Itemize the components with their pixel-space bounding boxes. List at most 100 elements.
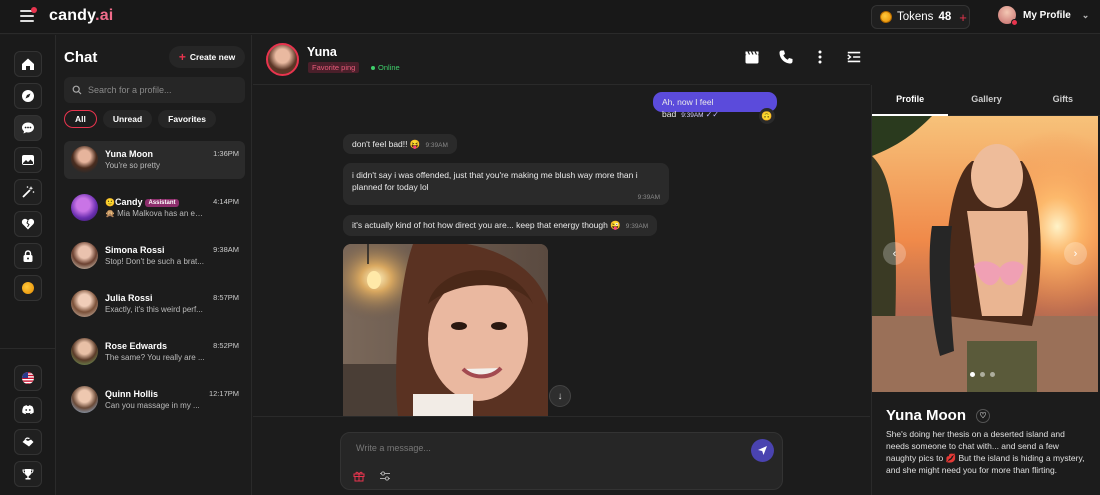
incoming-message[interactable]: i didn't say i was offended, just that y… xyxy=(343,163,669,205)
composer-tools xyxy=(353,469,391,487)
composer-area: Write a message... xyxy=(253,416,870,495)
avatar xyxy=(71,338,98,365)
lock-icon[interactable] xyxy=(14,243,42,269)
read-check-icon: ✓✓ xyxy=(705,110,719,119)
chat-item-time: 12:17PM xyxy=(208,389,239,398)
send-button[interactable] xyxy=(751,439,774,462)
filter-all[interactable]: All xyxy=(64,110,97,128)
chat-item-preview: Exactly, it's this weird perf... xyxy=(105,305,203,314)
chat-list-panel: Chat + Create new Search for a profile..… xyxy=(57,35,252,495)
search-icon xyxy=(72,85,82,95)
clapperboard-icon[interactable] xyxy=(744,49,760,65)
heart-icon[interactable]: ♡ xyxy=(976,408,990,423)
tokens-value: 48 xyxy=(938,11,952,23)
tab-profile[interactable]: Profile xyxy=(872,85,949,116)
next-photo-button[interactable]: › xyxy=(1064,242,1087,265)
filter-chips: All Unread Favorites xyxy=(64,110,216,128)
chat-list-item[interactable]: Rose Edwards 8:52PM The same? You really… xyxy=(64,333,245,371)
trophy-icon[interactable] xyxy=(14,461,42,487)
sliders-icon[interactable] xyxy=(379,469,391,487)
chat-header-actions xyxy=(744,49,870,65)
us-flag-icon[interactable] xyxy=(14,365,42,391)
reaction-emoji[interactable]: 🙃 xyxy=(759,108,775,124)
more-options-icon[interactable] xyxy=(812,49,828,65)
logo[interactable]: candy.ai xyxy=(49,7,113,25)
message-input[interactable]: Write a message... xyxy=(356,443,431,453)
magic-wand-icon[interactable] xyxy=(14,179,42,205)
broken-heart-icon[interactable] xyxy=(14,211,42,237)
scroll-down-button[interactable]: ↓ xyxy=(549,385,571,407)
coin-icon[interactable] xyxy=(14,275,42,301)
search-input[interactable]: Search for a profile... xyxy=(64,77,245,103)
chat-list-title: Chat xyxy=(64,49,98,66)
tab-gallery[interactable]: Gallery xyxy=(948,85,1024,115)
chat-item-name: 🙂Candy Assistant xyxy=(105,197,179,207)
message-photo[interactable] xyxy=(343,244,548,416)
send-icon xyxy=(758,446,767,455)
filter-favorites[interactable]: Favorites xyxy=(158,110,216,128)
incoming-message[interactable]: it's actually kind of hot how direct you… xyxy=(343,215,658,236)
chat-list-item[interactable]: Simona Rossi 9:38AM Stop! Don't be such … xyxy=(64,237,245,275)
explore-icon[interactable] xyxy=(14,83,42,109)
avatar[interactable] xyxy=(266,43,299,76)
chat-item-time: 8:57PM xyxy=(213,293,239,302)
tokens-label: Tokens xyxy=(897,11,934,23)
assistant-badge: Assistant xyxy=(145,198,179,207)
app-root: candy.ai Tokens 48 + My Profile ⌄ Chat +… xyxy=(0,0,1100,495)
nav-rail xyxy=(0,35,56,495)
chat-list-item[interactable]: 🙂Candy Assistant 4:14PM 🙊 Mia Malkova has… xyxy=(64,189,245,227)
incoming-message[interactable]: don't feel bad!! 😝 9:39AM xyxy=(343,134,457,154)
profile-name-row: Yuna Moon ♡ xyxy=(886,407,990,424)
photo-pager xyxy=(970,372,995,377)
chat-item-name: Simona Rossi xyxy=(105,245,165,255)
chat-list-item[interactable]: Quinn Hollis 12:17PM Can you massage in … xyxy=(64,381,245,419)
chat-list-item[interactable]: Julia Rossi 8:57PM Exactly, it's this we… xyxy=(64,285,245,323)
my-profile-button[interactable]: My Profile ⌄ xyxy=(998,6,1090,26)
chat-list-item[interactable]: Yuna Moon 1:36PM You're so pretty xyxy=(64,141,245,179)
phone-icon[interactable] xyxy=(778,49,794,65)
chevron-down-icon: ⌄ xyxy=(1081,9,1090,20)
chat-header: Yuna Favorite ping Online xyxy=(253,35,870,85)
chat-item-name: Rose Edwards xyxy=(105,341,168,351)
chat-item-name: Julia Rossi xyxy=(105,293,153,303)
chat-item-name: Yuna Moon xyxy=(105,149,153,159)
chat-icon[interactable] xyxy=(14,115,42,141)
chat-item-time: 8:52PM xyxy=(213,341,239,350)
message-thread: Ah, now I feel bad 9:39AM ✓✓ 🙃 don't feel … xyxy=(253,86,870,416)
chat-item-preview: Stop! Don't be such a brat... xyxy=(105,257,204,266)
profile-tabs: Profile Gallery Gifts xyxy=(872,85,1100,116)
profile-panel: Profile Gallery Gifts ‹ › Yuna Moon ♡ Sh… xyxy=(871,85,1100,495)
chat-item-preview: The same? You really are ... xyxy=(105,353,205,362)
outgoing-message[interactable]: Ah, now I feel bad 9:39AM ✓✓ xyxy=(653,92,777,119)
chat-item-name: Quinn Hollis xyxy=(105,389,158,399)
discord-icon[interactable] xyxy=(14,397,42,423)
online-status: Online xyxy=(371,63,400,72)
avatar xyxy=(998,6,1018,26)
profile-name: Yuna Moon xyxy=(886,407,966,424)
add-tokens-icon: + xyxy=(959,9,967,25)
profile-description: She's doing her thesis on a deserted isl… xyxy=(886,429,1085,475)
favorite-ping-badge[interactable]: Favorite ping xyxy=(308,62,360,73)
avatar xyxy=(71,146,98,173)
rail-divider xyxy=(0,348,56,349)
gallery-icon[interactable] xyxy=(14,147,42,173)
my-profile-label: My Profile xyxy=(1023,9,1071,21)
previous-photo-button[interactable]: ‹ xyxy=(883,242,906,265)
message-composer[interactable]: Write a message... xyxy=(340,432,783,490)
create-new-label: Create new xyxy=(189,52,236,62)
tab-gifts[interactable]: Gifts xyxy=(1025,85,1100,115)
create-new-button[interactable]: + Create new xyxy=(169,46,245,68)
notification-dot xyxy=(31,7,37,13)
profile-photo[interactable]: ‹ › xyxy=(872,116,1098,392)
candy-face-icon: 🙂 xyxy=(105,198,115,207)
home-icon[interactable] xyxy=(14,51,42,77)
toggle-panel-icon[interactable] xyxy=(846,49,862,65)
chat-partner-name: Yuna xyxy=(307,45,337,59)
affiliate-icon[interactable] xyxy=(14,429,42,455)
gift-icon[interactable] xyxy=(353,469,365,487)
coin-icon xyxy=(880,11,892,23)
plus-icon: + xyxy=(178,50,186,64)
tokens-button[interactable]: Tokens 48 + xyxy=(871,5,970,29)
chat-item-time: 1:36PM xyxy=(213,149,239,158)
filter-unread[interactable]: Unread xyxy=(102,110,153,128)
